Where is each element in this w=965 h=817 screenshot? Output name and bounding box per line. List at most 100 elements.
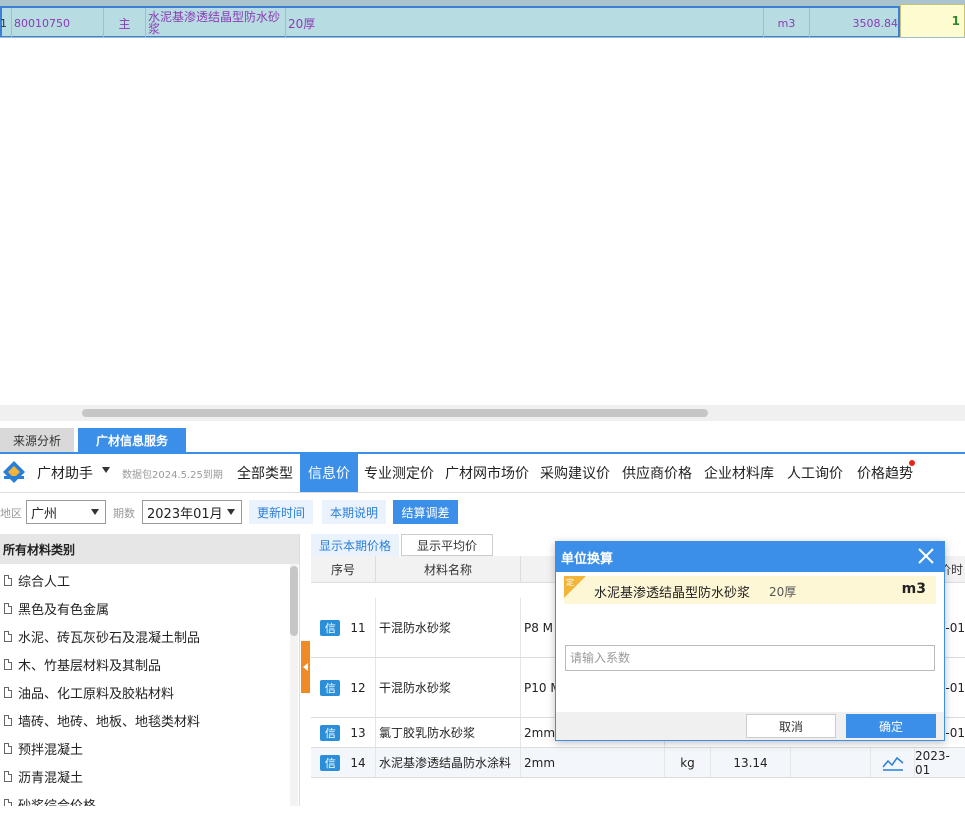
row-seq: 12	[350, 680, 366, 695]
category-item[interactable]: 水泥、砖瓦灰砂石及混凝土制品	[4, 626, 200, 646]
bottom-tab-bar: 来源分析 广材信息服务	[0, 426, 965, 454]
unit-conversion-dialog: 单位换算 定 水泥基渗透结晶型防水砂浆 20厚 m3 取消 确定	[555, 541, 945, 741]
category-label: 黑色及有色金属	[18, 602, 110, 618]
category-item[interactable]: 砂浆综合价格	[4, 794, 96, 806]
row-date: 2023-01	[915, 748, 950, 777]
row-type: 主	[104, 8, 146, 38]
cancel-button[interactable]: 取消	[746, 714, 836, 738]
document-icon	[4, 770, 12, 782]
collapse-panel-button[interactable]	[301, 641, 310, 693]
nav-purchase-suggest[interactable]: 采购建议价	[540, 454, 610, 492]
collapse-arrow-icon	[303, 663, 308, 671]
period-desc-button[interactable]: 本期说明	[322, 500, 386, 524]
document-icon	[4, 630, 12, 642]
document-icon	[4, 742, 12, 754]
row-material-name: 氯丁胶乳防水砂浆	[376, 718, 521, 747]
row-spec: 2mm	[521, 748, 665, 777]
category-label: 预拌混凝土	[18, 742, 84, 758]
document-icon	[4, 714, 12, 726]
region-select[interactable]: 广州	[26, 500, 106, 524]
nav-enterprise-library[interactable]: 企业材料库	[704, 454, 774, 492]
category-label: 水泥、砖瓦灰砂石及混凝土制品	[18, 630, 201, 646]
document-icon	[4, 574, 12, 586]
info-badge: 信	[320, 679, 341, 696]
horizontal-scrollbar-thumb[interactable]	[82, 409, 708, 417]
nav-info-price[interactable]: 信息价	[300, 454, 358, 492]
row-seq: 14	[350, 755, 366, 770]
row-unit: kg	[665, 748, 711, 777]
nav-manual-inquiry[interactable]: 人工询价	[787, 454, 843, 492]
update-time-button[interactable]: 更新时间	[249, 500, 313, 524]
info-badge: 信	[320, 754, 341, 771]
row-last-value[interactable]: 1	[900, 4, 965, 38]
row-name: 水泥基渗透结晶型防水砂浆	[146, 8, 286, 38]
category-item[interactable]: 预拌混凝土	[4, 738, 83, 758]
period-label: 期数	[113, 507, 135, 520]
nav-all-types[interactable]: 全部类型	[237, 454, 293, 492]
selected-material-row[interactable]: 1 80010750 主 水泥基渗透结晶型防水砂浆 20厚 m3 3508.84…	[0, 0, 965, 38]
tab-source-analysis[interactable]: 来源分析	[0, 428, 74, 452]
category-item[interactable]: 黑色及有色金属	[4, 598, 109, 618]
row-code: 80010750	[12, 8, 104, 38]
document-icon	[4, 602, 12, 614]
subtab-current-price[interactable]: 显示本期价格	[311, 534, 399, 556]
row-material-name: 水泥基渗透结晶防水涂料	[376, 748, 521, 777]
period-dropdown-icon	[227, 509, 235, 515]
row-index: 1	[0, 8, 12, 38]
category-item[interactable]: 墙砖、地砖、地板、地毯类材料	[4, 710, 200, 730]
nav-price-trend[interactable]: 价格趋势	[857, 454, 913, 492]
category-header: 所有材料类别	[0, 534, 299, 564]
category-scrollbar-thumb[interactable]	[290, 566, 298, 636]
row-divider	[0, 37, 965, 38]
nav-supplier-price[interactable]: 供应商价格	[622, 454, 692, 492]
nav-market-price[interactable]: 广材网市场价	[445, 454, 529, 492]
row-material-name: 干混防水砂浆	[376, 658, 521, 717]
region-dropdown-icon	[91, 509, 99, 515]
trend-chart-icon[interactable]	[881, 755, 904, 771]
brand-label[interactable]: 广材助手	[37, 463, 93, 483]
row-price: 3508.84	[852, 16, 899, 30]
subtab-average-price[interactable]: 显示平均价	[401, 534, 493, 556]
fixed-tag-label: 定	[566, 578, 574, 587]
header-seq: 序号	[311, 556, 376, 582]
gc-assistant-toolbar: 广材助手 数据包2024.5.25到期 全部类型 信息价 专业测定价 广材网市场…	[0, 454, 965, 493]
gc-logo-icon	[3, 461, 25, 483]
nav-professional-price[interactable]: 专业测定价	[364, 454, 434, 492]
category-label: 沥青混凝土	[18, 770, 84, 786]
row-unit: m3	[764, 8, 810, 38]
category-item[interactable]: 油品、化工原料及胶粘材料	[4, 682, 174, 702]
close-icon[interactable]	[916, 546, 936, 566]
category-item[interactable]: 木、竹基层材料及其制品	[4, 654, 161, 674]
document-icon	[4, 798, 12, 806]
category-item[interactable]: 沥青混凝土	[4, 766, 83, 786]
info-badge: 信	[320, 619, 341, 636]
brand-dropdown-icon[interactable]	[102, 467, 110, 473]
document-icon	[4, 658, 12, 670]
selected-row-highlight[interactable]: 1 80010750 主 水泥基渗透结晶型防水砂浆 20厚 m3 3508.84	[0, 6, 900, 38]
coefficient-input[interactable]	[565, 645, 935, 671]
row-seq: 11	[350, 620, 366, 635]
region-label: 地区	[0, 507, 22, 520]
row-price: 13.14	[711, 748, 791, 777]
tab-gc-info-service[interactable]: 广材信息服务	[78, 428, 186, 452]
document-icon	[4, 686, 12, 698]
dialog-title: 单位换算	[561, 551, 614, 567]
table-row[interactable]: 信 14 水泥基渗透结晶防水涂料 2mm kg 13.14 2023-01	[311, 748, 965, 778]
period-select[interactable]: 2023年01月	[142, 500, 242, 524]
filter-bar: 地区 广州 期数 2023年01月 更新时间 本期说明 结算调差	[0, 493, 965, 533]
category-item[interactable]: 综合人工	[4, 570, 70, 590]
category-label: 综合人工	[18, 574, 71, 590]
category-scrollbar[interactable]	[290, 564, 298, 806]
header-name: 材料名称	[376, 556, 521, 582]
notification-dot-icon	[909, 460, 915, 466]
row-empty-cell	[791, 748, 871, 777]
category-label: 木、竹基层材料及其制品	[18, 658, 162, 674]
category-label: 油品、化工原料及胶粘材料	[18, 686, 175, 702]
category-label: 墙砖、地砖、地板、地毯类材料	[18, 714, 201, 730]
region-select-value: 广州	[31, 506, 58, 522]
row-trend-cell[interactable]	[871, 748, 915, 777]
dialog-material-unit: m3	[901, 581, 926, 597]
ok-button[interactable]: 确定	[846, 714, 936, 738]
settle-adjust-button[interactable]: 结算调差	[393, 500, 458, 524]
horizontal-scrollbar[interactable]	[0, 405, 965, 421]
